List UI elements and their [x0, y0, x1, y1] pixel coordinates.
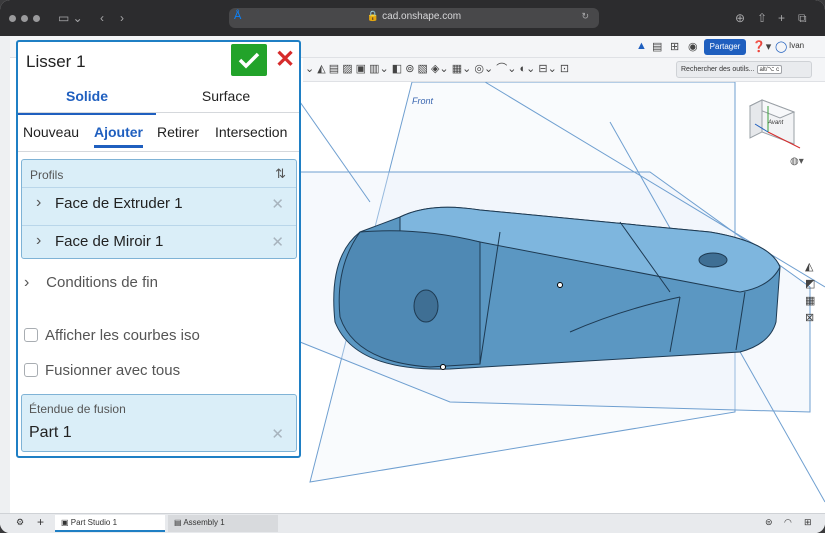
section-view-icon[interactable]: ◩ [805, 277, 815, 290]
back-icon[interactable]: ‹ [100, 10, 104, 26]
add-icon[interactable]: + [37, 515, 44, 529]
op-add[interactable]: Ajouter [94, 124, 143, 148]
user-icon[interactable]: ◯ [775, 40, 787, 53]
profile-label: Face de Miroir 1 [55, 233, 164, 250]
download-icon[interactable]: ⊕ [735, 10, 745, 26]
maximize-window-icon[interactable] [33, 15, 40, 22]
merge-all-label: Fusionner avec tous [45, 362, 181, 379]
tabs-icon[interactable]: ⧉ [798, 10, 807, 26]
user-name[interactable]: Ivan [789, 41, 804, 50]
minimize-window-icon[interactable] [21, 15, 28, 22]
view-cube-label: Avant [767, 120, 784, 126]
add-tab-icon[interactable]: + [778, 10, 785, 26]
point-marker-2[interactable] [440, 364, 446, 370]
document-list-icon[interactable]: ▤ [652, 40, 662, 53]
chevron-right-icon: › [24, 274, 30, 291]
hole-right[interactable] [698, 252, 728, 268]
tab-label: Part Studio 1 [70, 518, 118, 527]
close-window-icon[interactable] [9, 15, 16, 22]
tab-part-studio[interactable]: ▣ Part Studio 1 [55, 515, 165, 532]
merge-scope-value: Part 1 [29, 424, 72, 441]
settings-icon[interactable]: ⚙ [16, 517, 24, 528]
version-icon[interactable]: ◉ [688, 40, 698, 53]
mass-props-icon[interactable]: ⊠ [805, 311, 814, 324]
close-icon: ✕ [274, 46, 296, 73]
tab-assembly[interactable]: ▤ Assembly 1 [168, 515, 278, 532]
merge-all-checkbox[interactable] [24, 363, 38, 377]
left-gutter [0, 36, 10, 513]
reload-icon[interactable]: ↻ [581, 11, 589, 22]
browser-window: ▭ ⌄ ‹ › Å 🔒 cad.onshape.com ↻ ⊕ ⇧ + ⧉ ▲ … [0, 0, 825, 533]
ops-divider [18, 151, 299, 152]
iso-curves-label: Afficher les courbes iso [45, 327, 200, 344]
profile-item[interactable]: › Face de Miroir 1 ✕ [22, 225, 296, 257]
hierarchy-icon[interactable]: ⊞ [670, 40, 679, 53]
check-icon [238, 52, 260, 69]
chevron-right-icon[interactable]: › [36, 232, 41, 250]
tabs-divider [18, 112, 299, 113]
search-tools-input[interactable]: Rechercher des outils... alt/⌥ c [676, 61, 812, 78]
chevron-right-icon[interactable]: › [36, 194, 41, 212]
op-remove[interactable]: Retirer [157, 124, 199, 140]
remove-profile-icon[interactable]: ✕ [271, 233, 284, 251]
hole-left[interactable] [413, 289, 439, 323]
tool-icon[interactable]: ⌄ ◭ ▤ ▨ ▣ ▥⌄ ◧ ⊚ ▧ ◈⌄ ▦⌄ ◎⌄ ⌒⌄ ◐⌄ ⊟⌄ ⊡ [305, 63, 569, 75]
feature-toolbar: ⌄ ◭ ▤ ▨ ▣ ▥⌄ ◧ ⊚ ▧ ◈⌄ ▦⌄ ◎⌄ ⌒⌄ ◐⌄ ⊟⌄ ⊡ R… [303, 58, 825, 82]
help-icon[interactable]: ❓▾ [752, 40, 771, 53]
tab-solid[interactable]: Solide [18, 88, 156, 115]
measure-icon[interactable]: ▦ [805, 294, 815, 307]
url-text: 🔒 cad.onshape.com [366, 11, 462, 22]
remove-profile-icon[interactable]: ✕ [271, 195, 284, 213]
search-shortcut: alt/⌥ c [756, 65, 783, 74]
tab-surface[interactable]: Surface [156, 88, 296, 112]
op-new[interactable]: Nouveau [23, 124, 79, 140]
forward-icon[interactable]: › [120, 10, 124, 26]
iso-curves-checkbox[interactable] [24, 328, 38, 342]
iso-curves-option[interactable]: Afficher les courbes iso [24, 327, 200, 344]
document-tab-bar: ⚙ + ▣ Part Studio 1 ▤ Assembly 1 ⊜ ◠ ⊞ [0, 513, 825, 533]
profiles-field[interactable]: Profils ⇅ › Face de Extruder 1 ✕ › Face … [21, 159, 297, 259]
view-tool-icon-3[interactable]: ⊞ [804, 517, 812, 528]
merge-scope-field[interactable]: Étendue de fusion Part 1 ✕ [21, 394, 297, 452]
cancel-button[interactable]: ✕ [272, 46, 298, 74]
remove-scope-icon[interactable]: ✕ [271, 425, 284, 443]
view-tool-icon-2[interactable]: ◠ [784, 517, 792, 528]
end-conditions-toggle[interactable]: › Conditions de fin [24, 274, 158, 292]
browser-toolbar: ▭ ⌄ ‹ › Å 🔒 cad.onshape.com ↻ ⊕ ⇧ + ⧉ [0, 0, 825, 36]
op-intersect[interactable]: Intersection [215, 124, 287, 140]
view-cube[interactable]: Avant [748, 99, 801, 149]
sort-icon[interactable]: ⇅ [275, 166, 286, 182]
end-conditions-label: Conditions de fin [46, 274, 158, 291]
notification-icon[interactable]: ▲ [636, 40, 647, 52]
profile-label: Face de Extruder 1 [55, 195, 183, 212]
point-marker[interactable] [557, 282, 563, 288]
profiles-label: Profils [30, 168, 64, 182]
merge-all-option[interactable]: Fusionner avec tous [24, 362, 180, 379]
confirm-button[interactable] [231, 44, 267, 76]
url-label: cad.onshape.com [382, 11, 462, 22]
view-tool-icon[interactable]: ⊜ [765, 517, 773, 528]
dialog-title: Lisser 1 [26, 52, 86, 71]
sidebar-icon[interactable]: ▭ ⌄ [58, 10, 83, 26]
merge-scope-label: Étendue de fusion [29, 402, 126, 416]
address-bar[interactable]: Å 🔒 cad.onshape.com ↻ [229, 8, 599, 28]
profile-item[interactable]: › Face de Extruder 1 ✕ [22, 187, 296, 219]
view-options-icon[interactable]: ◍▾ [790, 156, 804, 167]
appearance-icon[interactable]: ◭ [805, 260, 813, 273]
search-tools-label: Rechercher des outils... [681, 66, 755, 73]
share-icon[interactable]: ⇧ [757, 10, 767, 26]
front-plane-label: Front [412, 96, 434, 106]
tab-label: Assembly 1 [183, 518, 225, 527]
loft-feature-dialog: Lisser 1 ✕ Solide Surface Nouveau Ajoute… [16, 40, 301, 458]
share-button[interactable]: Partager [704, 39, 746, 55]
